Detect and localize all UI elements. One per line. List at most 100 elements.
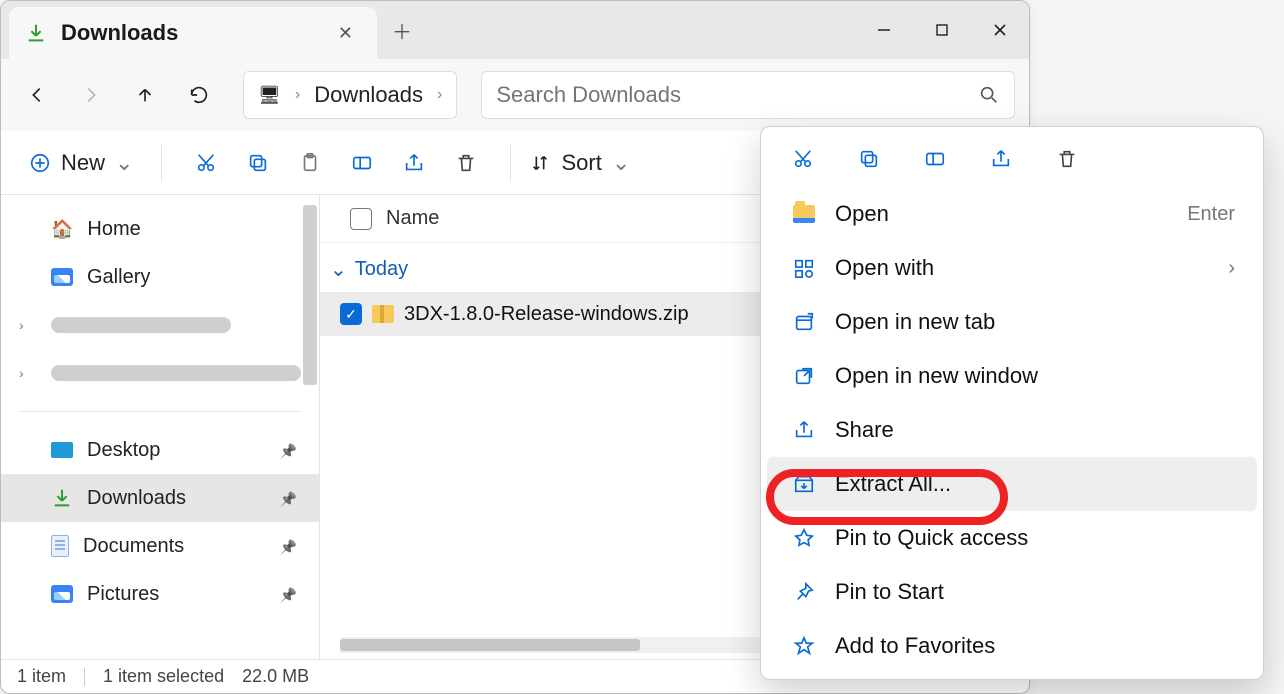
sidebar-item-redacted[interactable]: › xyxy=(1,349,319,397)
chevron-right-icon: › xyxy=(19,317,24,333)
minimize-button[interactable] xyxy=(855,1,913,59)
ctx-label: Open with xyxy=(835,255,934,281)
ctx-open-with[interactable]: Open with › xyxy=(767,241,1257,295)
home-icon xyxy=(51,218,73,241)
share-icon xyxy=(791,419,817,441)
chevron-right-icon: › xyxy=(1228,257,1235,280)
pin-icon xyxy=(791,581,817,603)
ctx-label: Pin to Quick access xyxy=(835,525,1028,551)
sort-button[interactable]: Sort ⌄ xyxy=(529,150,630,176)
new-tab-icon xyxy=(791,311,817,333)
separator xyxy=(19,411,301,412)
sidebar-item-label: Downloads xyxy=(87,487,186,510)
ctx-label: Pin to Start xyxy=(835,579,944,605)
navigation-bar: › Downloads › xyxy=(1,59,1029,131)
status-selection: 1 item selected xyxy=(103,666,224,687)
new-button[interactable]: New ⌄ xyxy=(19,144,143,182)
share-button[interactable] xyxy=(388,141,440,185)
file-name: 3DX-1.8.0-Release-windows.zip xyxy=(404,303,689,326)
chevron-right-icon: › xyxy=(19,365,24,381)
refresh-button[interactable] xyxy=(177,73,221,117)
search-input[interactable] xyxy=(496,82,968,108)
delete-button[interactable] xyxy=(1049,143,1085,175)
ctx-label: Add to Favorites xyxy=(835,633,995,659)
sidebar-item-downloads[interactable]: Downloads xyxy=(1,474,319,522)
paste-button[interactable] xyxy=(284,141,336,185)
ctx-open-new-tab[interactable]: Open in new tab xyxy=(767,295,1257,349)
ctx-share[interactable]: Share xyxy=(767,403,1257,457)
tab-close-button[interactable]: ✕ xyxy=(330,19,361,48)
delete-button[interactable] xyxy=(440,141,492,185)
rename-button[interactable] xyxy=(917,143,953,175)
forward-button[interactable] xyxy=(69,73,113,117)
separator xyxy=(161,145,162,181)
address-bar[interactable]: › Downloads › xyxy=(243,71,457,119)
desktop-icon xyxy=(51,442,73,458)
sidebar-item-pictures[interactable]: Pictures xyxy=(1,570,319,618)
star-icon xyxy=(791,635,817,657)
maximize-button[interactable] xyxy=(913,1,971,59)
download-icon xyxy=(25,22,47,44)
sidebar-item-label: Home xyxy=(87,218,140,241)
ctx-extract-all[interactable]: Extract All... xyxy=(767,457,1257,511)
new-window-icon xyxy=(791,365,817,387)
new-tab-button[interactable]: ＋ xyxy=(377,1,427,59)
sidebar-item-label: Desktop xyxy=(87,439,160,462)
ctx-shortcut: Enter xyxy=(1187,203,1235,226)
sidebar-item-gallery[interactable]: Gallery xyxy=(1,253,319,301)
pin-icon xyxy=(280,439,297,462)
this-pc-icon xyxy=(258,85,281,106)
tab-title: Downloads xyxy=(61,20,316,46)
ctx-label: Extract All... xyxy=(835,471,951,497)
redacted-label xyxy=(51,317,231,333)
file-checkbox[interactable]: ✓ xyxy=(340,303,362,325)
breadcrumb-sep-icon: › xyxy=(295,86,300,104)
ctx-pin-start[interactable]: Pin to Start xyxy=(767,565,1257,619)
copy-button[interactable] xyxy=(232,141,284,185)
redacted-label xyxy=(51,365,301,381)
cut-button[interactable] xyxy=(785,143,821,175)
ctx-label: Open in new window xyxy=(835,363,1038,389)
sort-icon xyxy=(529,152,551,174)
cut-button[interactable] xyxy=(180,141,232,185)
pictures-icon xyxy=(51,585,73,603)
navigation-pane: Home Gallery › › Desktop Do xyxy=(1,195,320,659)
chevron-down-icon: ⌄ xyxy=(612,150,630,176)
context-menu: Open Enter Open with › Open in new tab O… xyxy=(760,126,1264,680)
chevron-down-icon: ⌄ xyxy=(115,150,133,176)
ctx-open[interactable]: Open Enter xyxy=(767,187,1257,241)
ctx-open-new-window[interactable]: Open in new window xyxy=(767,349,1257,403)
pin-icon xyxy=(791,527,817,549)
up-button[interactable] xyxy=(123,73,167,117)
document-icon xyxy=(51,535,69,557)
back-button[interactable] xyxy=(15,73,59,117)
sidebar-item-documents[interactable]: Documents xyxy=(1,522,319,570)
sidebar-item-label: Pictures xyxy=(87,583,159,606)
share-button[interactable] xyxy=(983,143,1019,175)
ctx-add-favorites[interactable]: Add to Favorites xyxy=(767,619,1257,673)
title-bar: Downloads ✕ ＋ xyxy=(1,1,1029,59)
select-all-checkbox[interactable] xyxy=(350,208,372,230)
close-window-button[interactable] xyxy=(971,1,1029,59)
sidebar-item-desktop[interactable]: Desktop xyxy=(1,426,319,474)
ctx-label: Open in new tab xyxy=(835,309,995,335)
folder-open-icon xyxy=(791,205,817,223)
sort-label: Sort xyxy=(561,150,601,176)
sidebar-item-redacted[interactable]: › xyxy=(1,301,319,349)
rename-button[interactable] xyxy=(336,141,388,185)
download-icon xyxy=(51,487,73,509)
ctx-pin-quick-access[interactable]: Pin to Quick access xyxy=(767,511,1257,565)
context-quick-actions xyxy=(761,137,1263,187)
breadcrumb-sep-icon: › xyxy=(437,86,442,104)
sidebar-item-home[interactable]: Home xyxy=(1,205,319,253)
search-box[interactable] xyxy=(481,71,1015,119)
column-header-name[interactable]: Name xyxy=(386,207,439,230)
breadcrumb-downloads[interactable]: Downloads xyxy=(314,82,423,108)
separator xyxy=(84,668,85,686)
sidebar-item-label: Documents xyxy=(83,535,184,558)
copy-button[interactable] xyxy=(851,143,887,175)
tab-downloads[interactable]: Downloads ✕ xyxy=(9,7,377,59)
plus-circle-icon xyxy=(29,152,51,174)
pin-icon xyxy=(280,583,297,606)
separator xyxy=(510,145,511,181)
